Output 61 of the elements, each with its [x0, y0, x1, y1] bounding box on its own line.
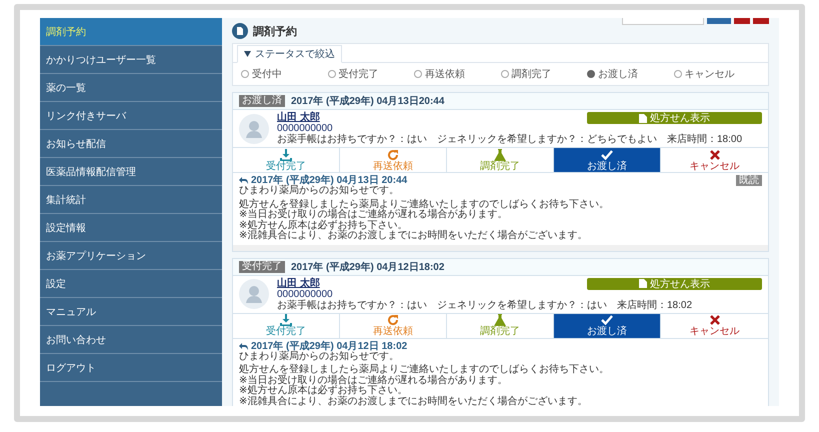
message-text: ※処方せん原本は必ずお持ち下さい。: [239, 386, 408, 396]
status-button[interactable]: お渡し済: [554, 148, 661, 172]
document-icon: [639, 279, 647, 288]
flask-icon: [494, 148, 506, 160]
radio-circle[interactable]: [674, 70, 682, 78]
status-badge: 受付完了: [239, 260, 285, 272]
read-badge: 既読: [736, 175, 762, 186]
reservation-details: お薬手帳はお持ちですか？：はい ジェネリックを希望しますか？：どちらでもよい 来店時間：18:00: [277, 134, 744, 145]
reply-icon: [239, 177, 248, 184]
patient-name-link[interactable]: 山田 太郎: [277, 112, 333, 123]
status-radio[interactable]: 調剤完了: [500, 67, 587, 81]
message-date: 2017年 (平成29年) 04月12日 18:02: [251, 340, 408, 352]
refresh-icon: [387, 148, 399, 160]
status-radio[interactable]: キャンセル: [674, 67, 760, 81]
refresh-icon: [387, 314, 399, 326]
reservation-date: 2017年 (平成29年) 04月12日18:02: [291, 260, 444, 274]
status-button[interactable]: お渡し済: [554, 314, 661, 338]
caret-icon: [244, 51, 251, 57]
close-icon: [708, 314, 720, 326]
filter-tab[interactable]: ステータスで絞込: [237, 45, 342, 63]
reply-icon: [239, 342, 248, 350]
document-icon: [232, 23, 248, 39]
download-icon: [280, 148, 292, 160]
message-text: ひまわり薬局からのお知らせです。: [239, 352, 400, 362]
download-icon: [280, 314, 292, 326]
radio-circle[interactable]: [414, 70, 422, 78]
message-text: ※処方せん原本は必ずお持ち下さい。: [239, 220, 408, 230]
status-badge: お渡し済: [239, 95, 285, 107]
radio-circle[interactable]: [500, 70, 508, 78]
message-text: ※混雑具合により、お薬のお渡しまでにお時間をいただく場合がございます。: [239, 396, 588, 406]
prescription-button[interactable]: 処方せん表示: [587, 112, 762, 124]
message-text: ※当日お受け取りの場合はご連絡が遅れる場合があります。: [239, 376, 508, 386]
sidebar-item[interactable]: 調剤予約: [40, 18, 222, 46]
status-radio[interactable]: 受付完了: [328, 67, 414, 81]
avatar-icon: [239, 114, 269, 144]
avatar-icon: [239, 279, 269, 309]
patient-id: 0000000000: [277, 123, 333, 134]
prescription-button[interactable]: 処方せん表示: [587, 278, 762, 290]
flask-icon: [494, 314, 506, 326]
check-icon: [601, 314, 613, 326]
document-icon: [639, 114, 647, 122]
message-text: ひまわり薬局からのお知らせです。: [239, 186, 400, 196]
message-text: ※混雑具合により、お薬のお渡しまでにお時間をいただく場合がございます。: [239, 231, 588, 242]
close-icon: [708, 148, 720, 160]
status-radio[interactable]: 受付中: [241, 67, 328, 81]
patient-id: 0000000000: [277, 288, 333, 300]
search-field[interactable]: [622, 18, 704, 25]
radio-circle[interactable]: [587, 70, 595, 78]
patient-name-link[interactable]: 山田 太郎: [277, 278, 333, 288]
status-radio[interactable]: お渡し済: [587, 67, 674, 81]
radio-circle[interactable]: [241, 70, 249, 78]
reservation-details: お薬手帳はお持ちですか？：はい ジェネリックを希望しますか？：はい 来店時間：18:02: [277, 300, 694, 310]
check-icon: [601, 148, 613, 160]
reservation-date: 2017年 (平成29年) 04月13日20:44: [291, 94, 444, 108]
message-text: ※当日お受け取りの場合はご連絡が遅れる場合があります。: [239, 210, 508, 220]
message-text: 処方せんを登録しましたら薬局よりご連絡いたしますのでしばらくお待ち下さい。: [239, 365, 610, 375]
radio-circle[interactable]: [328, 70, 336, 78]
message-text: 処方せんを登録しましたら薬局よりご連絡いたしますのでしばらくお待ち下さい。: [239, 200, 610, 210]
message-date: 2017年 (平成29年) 04月13日 20:44: [251, 175, 408, 186]
page-title: 調剤予約: [253, 24, 297, 38]
status-radio[interactable]: 再送依頼: [414, 67, 500, 81]
